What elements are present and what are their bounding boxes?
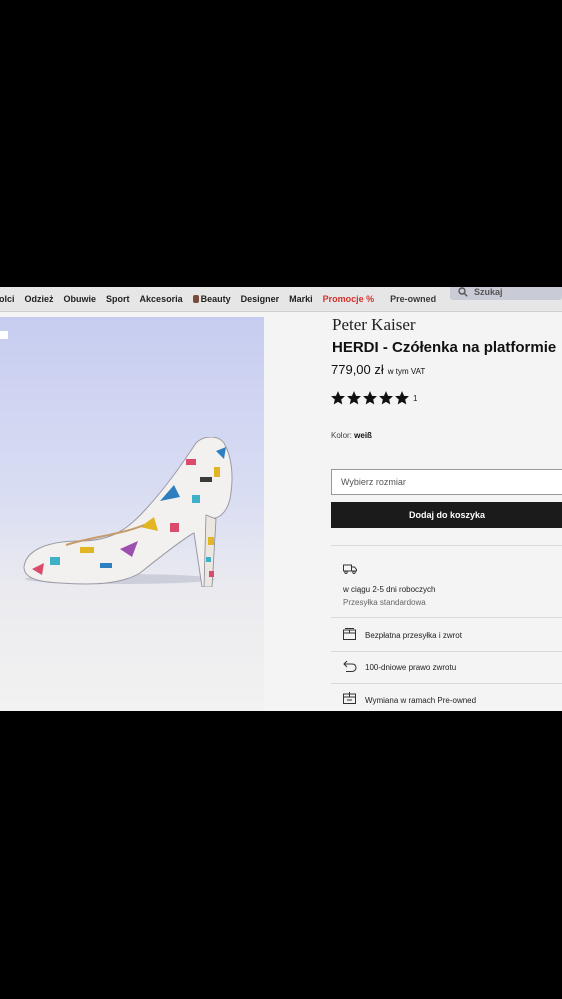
price-line: 779,00 zł w tym VAT — [331, 362, 425, 377]
star-icon — [395, 391, 409, 405]
nav-item-beauty-label: Beauty — [200, 294, 231, 304]
divider — [331, 683, 562, 684]
nav-item-shoes[interactable]: Obuwie — [64, 294, 97, 304]
nav-item-partial[interactable]: olci — [0, 294, 15, 304]
feature-preowned-exchange: Wymiana w ramach Pre-owned — [365, 696, 477, 705]
nav-item-designer[interactable]: Designer — [241, 294, 280, 304]
add-to-cart-button[interactable]: Dodaj do koszyka — [331, 502, 562, 528]
brand-name[interactable]: Peter Kaiser — [332, 315, 416, 335]
product-image[interactable] — [0, 317, 264, 711]
divider — [331, 617, 562, 618]
product-info: Peter Kaiser HERDI - Czółenka na platfor… — [331, 287, 562, 711]
size-select[interactable]: Wybierz rozmiar — [331, 469, 562, 495]
star-icon — [331, 391, 345, 405]
color-value: weiß — [354, 431, 372, 440]
nav-item-beauty[interactable]: Beauty — [192, 294, 231, 304]
nav-item-clothing[interactable]: Odzież — [25, 294, 54, 304]
product-title: HERDI - Czółenka na platformie — [332, 339, 557, 356]
color-label: Kolor: — [331, 431, 352, 440]
nav-item-brands[interactable]: Marki — [289, 294, 313, 304]
star-icon — [363, 391, 377, 405]
review-count: 1 — [413, 393, 418, 403]
feature-return-policy: 100-dniowe prawo zwrotu — [365, 663, 457, 672]
truck-icon — [343, 564, 357, 574]
divider — [331, 545, 562, 546]
rating-stars[interactable]: 1 — [331, 391, 417, 405]
delivery-method: Przesyłka standardowa — [343, 598, 426, 607]
feature-free-shipping: Bezpłatna przesyłka i zwrot — [365, 631, 462, 640]
color-line: Kolor: weiß — [331, 431, 372, 440]
browser-screen: olci Odzież Obuwie Sport Akcesoria Beaut… — [0, 287, 562, 711]
star-icon — [347, 391, 361, 405]
shoe-image — [23, 437, 233, 587]
star-icon — [379, 391, 393, 405]
exchange-box-icon — [343, 692, 356, 704]
price-value: 779,00 zł — [331, 362, 384, 377]
divider — [331, 651, 562, 652]
return-arrow-icon — [343, 660, 357, 672]
image-badge — [0, 331, 8, 339]
nav-item-sport[interactable]: Sport — [106, 294, 130, 304]
beauty-icon — [192, 295, 199, 303]
box-icon — [343, 628, 356, 640]
nav-item-accessories[interactable]: Akcesoria — [140, 294, 183, 304]
vat-note: w tym VAT — [387, 367, 426, 376]
delivery-time: w ciągu 2-5 dni roboczych — [343, 585, 436, 594]
